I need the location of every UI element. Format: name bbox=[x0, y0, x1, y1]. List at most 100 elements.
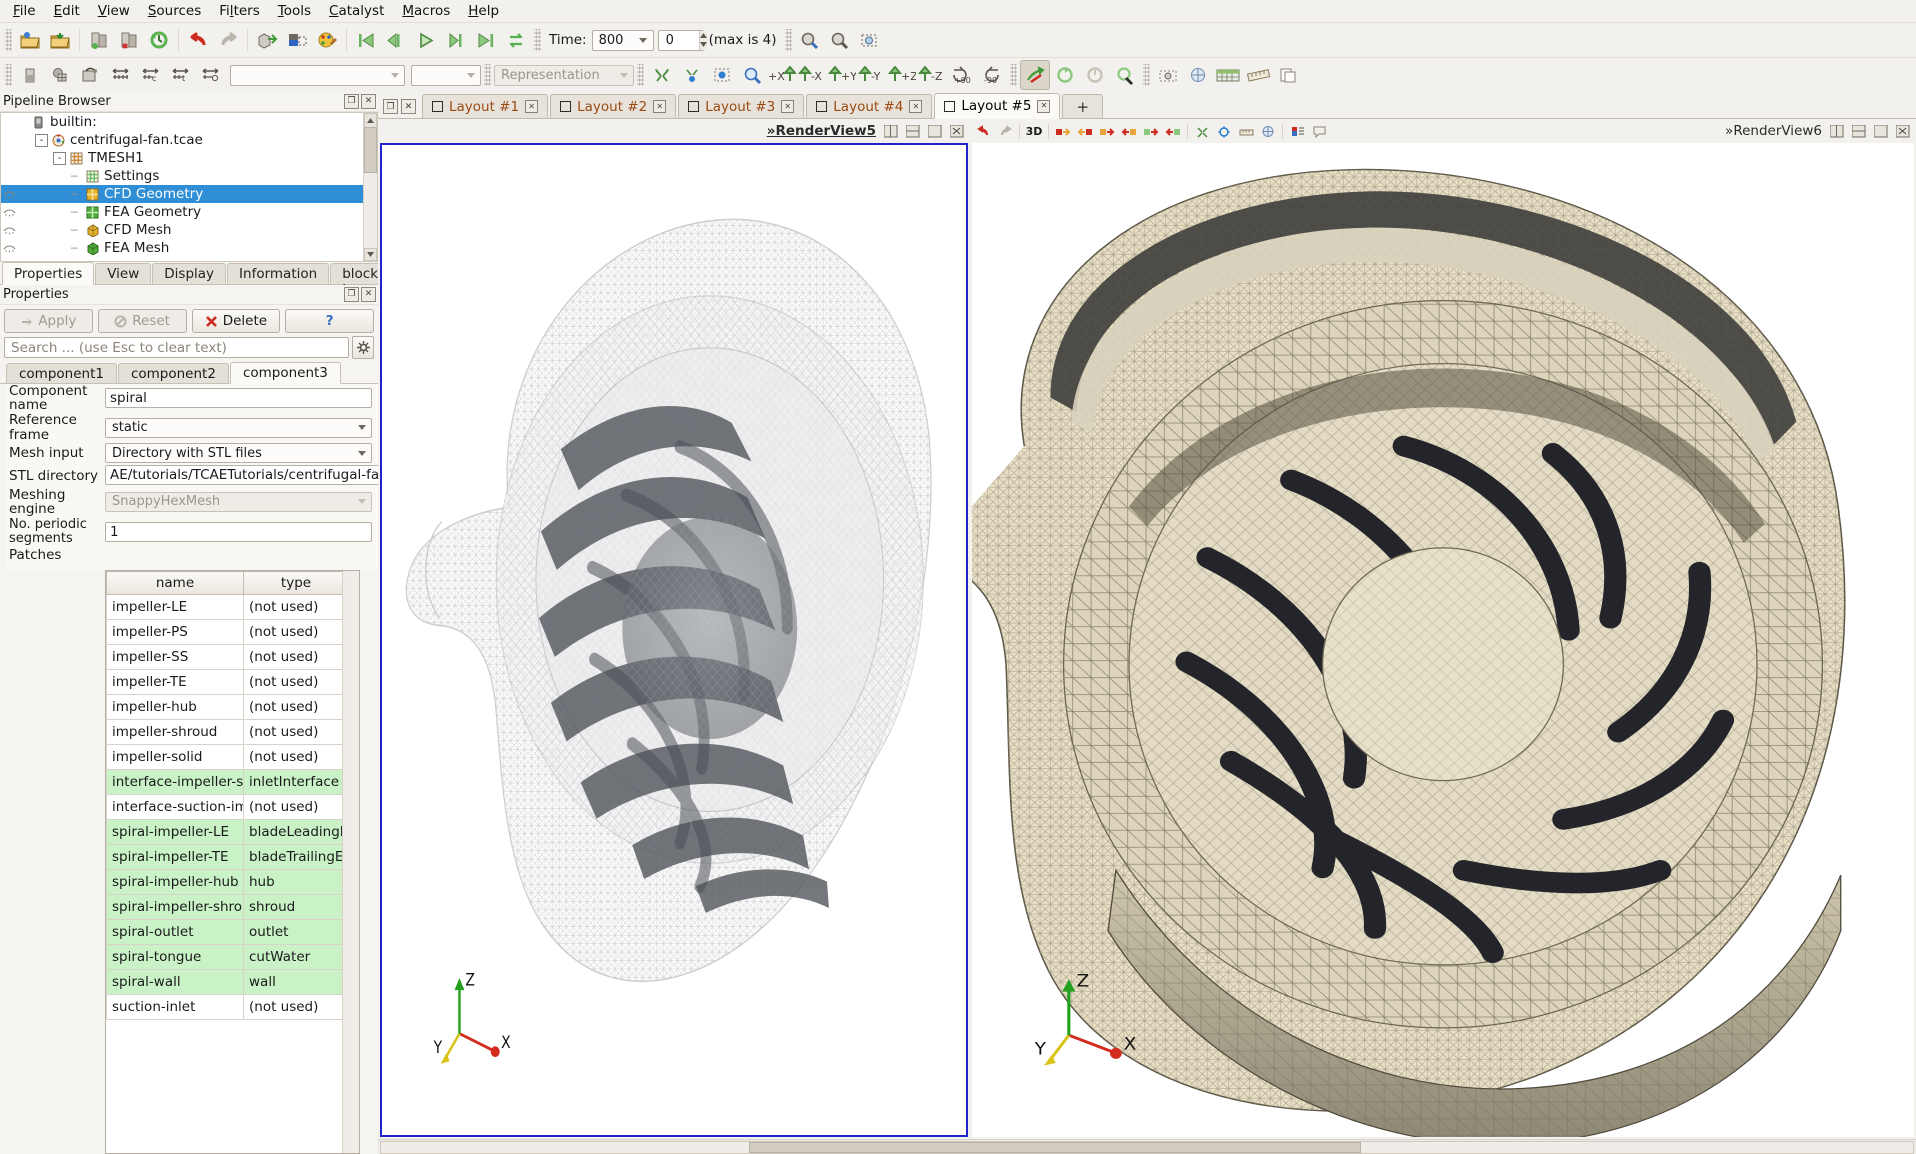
scroll-down-icon[interactable] bbox=[364, 248, 377, 261]
copy-view-icon[interactable] bbox=[1273, 60, 1303, 90]
layout-tab-4[interactable]: Layout #4✕ bbox=[806, 94, 932, 118]
zoom-closest-icon[interactable] bbox=[737, 60, 767, 90]
rv6-plus-x-icon[interactable] bbox=[1052, 120, 1074, 142]
menu-sources[interactable]: Sources bbox=[139, 1, 210, 21]
rv6-minus-x-icon[interactable] bbox=[1074, 120, 1096, 142]
visibility-toggle[interactable] bbox=[1, 203, 17, 221]
rv6-plus-y-icon[interactable] bbox=[1096, 120, 1118, 142]
patches-cell-name[interactable]: interface-impeller-spiral bbox=[107, 770, 244, 795]
reload-icon[interactable] bbox=[144, 25, 174, 55]
patches-cell-name[interactable]: impeller-SS bbox=[107, 645, 244, 670]
representation-combo[interactable]: Representation bbox=[494, 65, 634, 86]
patches-table-scroll[interactable]: nametypefra impeller-LE(not used)statimp… bbox=[105, 570, 360, 1154]
patches-cell-name[interactable]: spiral-impeller-LE bbox=[107, 820, 244, 845]
pipeline-item-settings[interactable]: ─Settings bbox=[1, 167, 377, 185]
rescale-custom-icon[interactable] bbox=[75, 60, 105, 90]
play-icon[interactable] bbox=[411, 25, 441, 55]
mesh-input-combo[interactable]: Directory with STL files bbox=[105, 443, 372, 463]
patches-cell-name[interactable]: suction-inlet bbox=[107, 995, 244, 1020]
patches-cell-name[interactable]: impeller-PS bbox=[107, 620, 244, 645]
camera-minus-y-icon[interactable]: -Y bbox=[857, 60, 887, 90]
patches-cell-name[interactable]: impeller-LE bbox=[107, 595, 244, 620]
close-pipeline-icon[interactable]: ✕ bbox=[361, 94, 376, 109]
rv6-ruler-icon[interactable] bbox=[1235, 120, 1257, 142]
apply-button[interactable]: Apply bbox=[4, 309, 93, 333]
patches-cell-name[interactable]: spiral-tongue bbox=[107, 945, 244, 970]
patches-table-scrollbar[interactable] bbox=[342, 571, 359, 1153]
patches-cell-type[interactable]: cutWater bbox=[244, 945, 349, 970]
close-icon[interactable]: ✕ bbox=[781, 100, 794, 113]
camera-minus-z-icon[interactable]: -Z bbox=[917, 60, 947, 90]
table-row[interactable]: impeller-PS(not used)stat bbox=[107, 620, 361, 645]
misc-grip[interactable] bbox=[1143, 64, 1150, 86]
menu-file[interactable]: File bbox=[4, 1, 45, 21]
layout-tabbar[interactable]: ❐ ✕ Layout #1✕Layout #2✕Layout #3✕Layout… bbox=[378, 92, 1916, 119]
menu-catalyst[interactable]: Catalyst bbox=[320, 1, 393, 21]
scroll-thumb[interactable] bbox=[364, 127, 377, 173]
layout-close-icon[interactable]: ✕ bbox=[401, 99, 416, 114]
patches-cell-name[interactable]: impeller-TE bbox=[107, 670, 244, 695]
layout-tab-3[interactable]: Layout #3✕ bbox=[678, 94, 804, 118]
camera-plus-y-icon[interactable]: +Y bbox=[827, 60, 857, 90]
visibility-toggle[interactable] bbox=[1, 131, 17, 149]
split-vertical-icon[interactable] bbox=[902, 120, 924, 142]
render-view-5-title[interactable]: »RenderView5 bbox=[763, 123, 880, 139]
save-file-icon[interactable] bbox=[45, 25, 75, 55]
pipeline-item-centrifugal-fan-tcae[interactable]: -centrifugal-fan.tcae bbox=[1, 131, 377, 149]
rescale-visible-range-icon[interactable] bbox=[195, 60, 225, 90]
pipeline-browser[interactable]: builtin:-centrifugal-fan.tcae-TMESH1─Set… bbox=[0, 112, 378, 262]
patches-cell-type[interactable]: (not used) bbox=[244, 595, 349, 620]
expander-toggle[interactable]: - bbox=[53, 152, 66, 165]
panel-tab-display[interactable]: Display bbox=[152, 263, 226, 284]
render-view-5-canvas-frame[interactable]: X Y Z bbox=[380, 143, 968, 1137]
patches-cell-name[interactable]: spiral-outlet bbox=[107, 920, 244, 945]
patches-col-name[interactable]: name bbox=[107, 572, 244, 595]
rv6-pick-center-icon[interactable] bbox=[1213, 120, 1235, 142]
patches-col-type[interactable]: type bbox=[244, 572, 349, 595]
rotate-90-ccw-icon[interactable]: -90 bbox=[977, 60, 1007, 90]
patches-cell-type[interactable]: (not used) bbox=[244, 795, 349, 820]
show-center-icon[interactable] bbox=[647, 60, 677, 90]
patches-cell-type[interactable]: (not used) bbox=[244, 620, 349, 645]
patches-cell-name[interactable]: spiral-impeller-hub bbox=[107, 870, 244, 895]
rescale-data-range-icon[interactable] bbox=[105, 60, 135, 90]
table-row[interactable]: spiral-impeller-shroudshroudrota bbox=[107, 895, 361, 920]
patches-cell-name[interactable]: impeller-solid bbox=[107, 745, 244, 770]
zoom-to-data-icon[interactable] bbox=[795, 25, 825, 55]
table-row[interactable]: impeller-TE(not used)stat bbox=[107, 670, 361, 695]
table-row[interactable]: interface-suction-impeller(not used)stat bbox=[107, 795, 361, 820]
menu-macros[interactable]: Macros bbox=[393, 1, 459, 21]
visibility-toggle[interactable] bbox=[1, 221, 17, 239]
redo-icon[interactable] bbox=[213, 25, 243, 55]
float-pipeline-icon[interactable]: ❐ bbox=[344, 94, 359, 109]
pick-view-icon[interactable] bbox=[1110, 60, 1140, 90]
component-tab-component2[interactable]: component2 bbox=[118, 363, 229, 383]
loop-icon[interactable] bbox=[501, 25, 531, 55]
close-icon[interactable]: ✕ bbox=[525, 100, 538, 113]
patches-cell-type[interactable]: (not used) bbox=[244, 745, 349, 770]
close-icon[interactable]: ✕ bbox=[1037, 100, 1050, 113]
camera-plus-x-icon[interactable]: +X bbox=[767, 60, 797, 90]
pipeline-item-builtin[interactable]: builtin: bbox=[1, 113, 377, 131]
pick-center-icon[interactable] bbox=[677, 60, 707, 90]
visibility-toggle[interactable] bbox=[1, 149, 17, 167]
patches-cell-type[interactable]: inletInterface bbox=[244, 770, 349, 795]
patches-cell-type[interactable]: bladeLeadingEdge bbox=[244, 820, 349, 845]
zoom-to-box-icon[interactable] bbox=[825, 25, 855, 55]
menu-edit[interactable]: Edit bbox=[45, 1, 89, 21]
rescale-over-time-icon[interactable]: t bbox=[165, 60, 195, 90]
horizontal-scrollbar[interactable] bbox=[380, 1141, 1914, 1154]
table-row[interactable]: spiral-impeller-TEbladeTrailingEdgerota bbox=[107, 845, 361, 870]
pipeline-scrollbar[interactable] bbox=[363, 113, 377, 261]
rotate-view-icon[interactable] bbox=[1050, 60, 1080, 90]
reset-camera-icon[interactable] bbox=[855, 25, 885, 55]
surface-with-edges-icon[interactable] bbox=[45, 60, 75, 90]
menu-view[interactable]: View bbox=[89, 1, 139, 21]
toolbar-grip[interactable] bbox=[5, 29, 12, 51]
axes-grid-icon[interactable] bbox=[1183, 60, 1213, 90]
table-row[interactable]: spiral-wallwallstat bbox=[107, 970, 361, 995]
rv6-mode-3d-button[interactable]: 3D bbox=[1023, 120, 1045, 142]
visibility-toggle[interactable] bbox=[1, 167, 17, 185]
pipeline-item-tmesh1[interactable]: -TMESH1 bbox=[1, 149, 377, 167]
rv6-axes-grid-icon[interactable] bbox=[1257, 120, 1279, 142]
